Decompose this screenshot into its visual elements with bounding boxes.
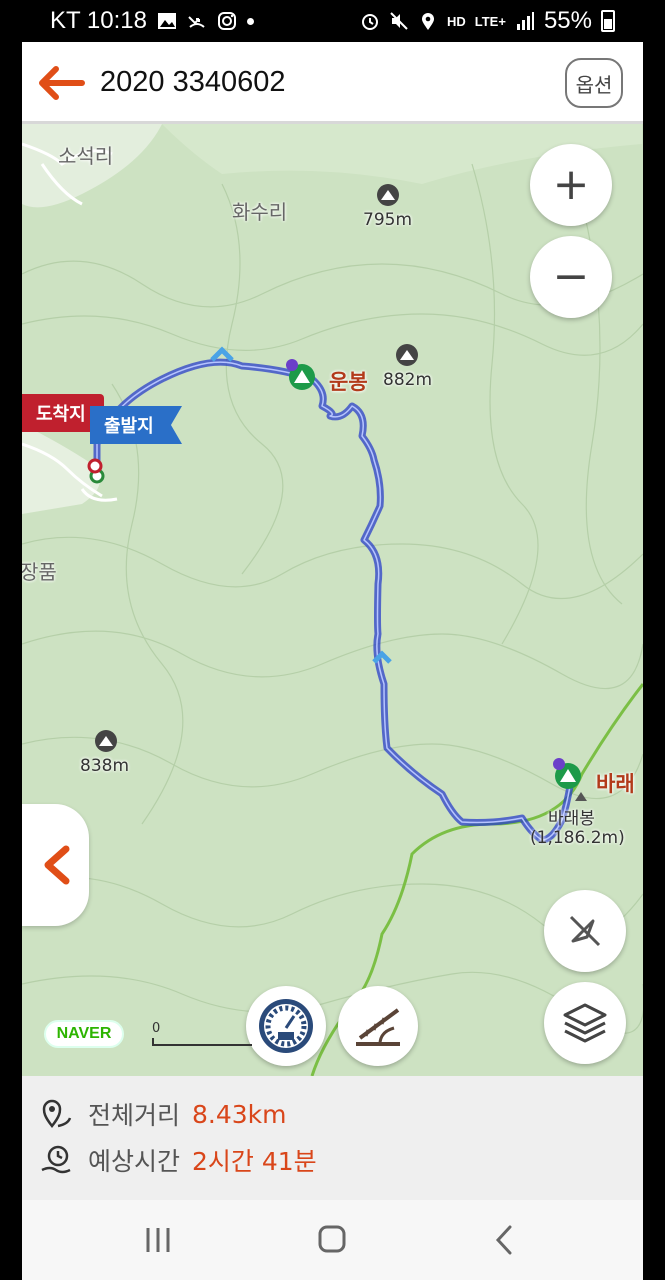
time-row: 예상시간 2시간 41분 (40, 1142, 317, 1178)
page-title: 2020 3340602 (100, 66, 286, 98)
back-arrow-icon[interactable] (34, 62, 86, 104)
distance-label: 전체거리 (88, 1101, 181, 1130)
peak-elevation-baraebong: (1,186.2m) (530, 828, 625, 848)
clock-icon (41, 1145, 71, 1174)
mountain-icon (377, 184, 399, 206)
peak-elevation-838: 838m (80, 756, 130, 776)
place-label-hwasuri: 화수리 (232, 200, 288, 224)
more-notifications-icon (246, 17, 254, 25)
system-nav-bar (22, 1200, 643, 1280)
slope-button[interactable] (338, 986, 418, 1066)
header: 2020 3340602 옵션 (22, 42, 643, 124)
time-value: 2시간 41분 (192, 1147, 317, 1176)
peak-name-baraebong-small: 바래봉 (548, 809, 595, 829)
battery-percent: 55% (543, 7, 592, 34)
zoom-out-button[interactable]: − (530, 236, 612, 318)
battery-icon (601, 10, 615, 32)
zoom-in-label: + (552, 159, 590, 210)
network-type: LTE+ (474, 13, 506, 29)
scale-label: 0 (152, 1021, 161, 1036)
peak-name-barae[interactable]: 바래 (596, 768, 635, 798)
mountain-icon (95, 730, 117, 752)
map-view[interactable]: 소석리 화수리 장품 795m 운봉 882m 838m 바래 바래봉 (1,1… (22, 124, 643, 1076)
options-button[interactable]: 옵션 (565, 58, 623, 108)
recent-apps-icon[interactable] (138, 1222, 178, 1258)
signal-icon (516, 12, 534, 30)
zoom-in-button[interactable]: + (530, 144, 612, 226)
naver-logo: NAVER (44, 1020, 124, 1048)
route-info-panel: 전체거리 8.43km 예상시간 2시간 41분 (22, 1076, 643, 1200)
hd-indicator: HD (446, 13, 466, 29)
time-label: 예상시간 (88, 1147, 181, 1176)
summit-marker-unbong (286, 359, 315, 390)
layers-button[interactable] (544, 982, 626, 1064)
departure-flag[interactable]: 출발지 (90, 406, 182, 444)
home-icon[interactable] (312, 1222, 352, 1258)
alarm-icon (361, 14, 378, 30)
location-icon (421, 13, 434, 30)
map-scale: 0 (152, 1021, 262, 1046)
peak-name-unbong[interactable]: 운봉 (329, 366, 368, 396)
route-pin-icon (42, 1099, 72, 1129)
carrier-time: KT 10:18 (50, 7, 147, 34)
peak-elevation-882: 882m (383, 370, 433, 390)
scale-bar (152, 1038, 252, 1046)
peak-elevation-795: 795m (363, 210, 413, 230)
arrival-flag-label: 도착지 (36, 404, 86, 425)
gallery-icon (157, 13, 176, 29)
place-label-soseokri: 소석리 (58, 144, 114, 168)
app-window: 2020 3340602 옵션 소석리 화수리 장품 795m 운봉 882m … (22, 42, 643, 1200)
status-bar: KT 10:18 HD LTE+ 55% (0, 0, 665, 42)
compass-off-icon (569, 915, 601, 947)
place-label-jangpum: 장품 (22, 560, 57, 584)
layers-icon (563, 1003, 607, 1043)
end-point-marker (87, 458, 103, 474)
departure-flag-label: 출발지 (104, 416, 154, 437)
chevron-left-icon (44, 845, 69, 885)
back-nav-icon[interactable] (484, 1222, 524, 1258)
missed-call-icon (188, 16, 205, 28)
distance-value: 8.43km (192, 1099, 287, 1129)
route-direction-marker (210, 346, 234, 362)
slope-icon (356, 1008, 400, 1046)
zoom-out-label: − (552, 251, 590, 302)
mute-icon (390, 12, 408, 30)
instagram-icon (217, 12, 236, 30)
compass-button[interactable] (544, 890, 626, 972)
panel-toggle-button[interactable] (22, 804, 89, 926)
distance-row: 전체거리 8.43km (40, 1096, 287, 1132)
speedometer-icon (259, 999, 313, 1053)
mountain-icon (396, 344, 418, 366)
